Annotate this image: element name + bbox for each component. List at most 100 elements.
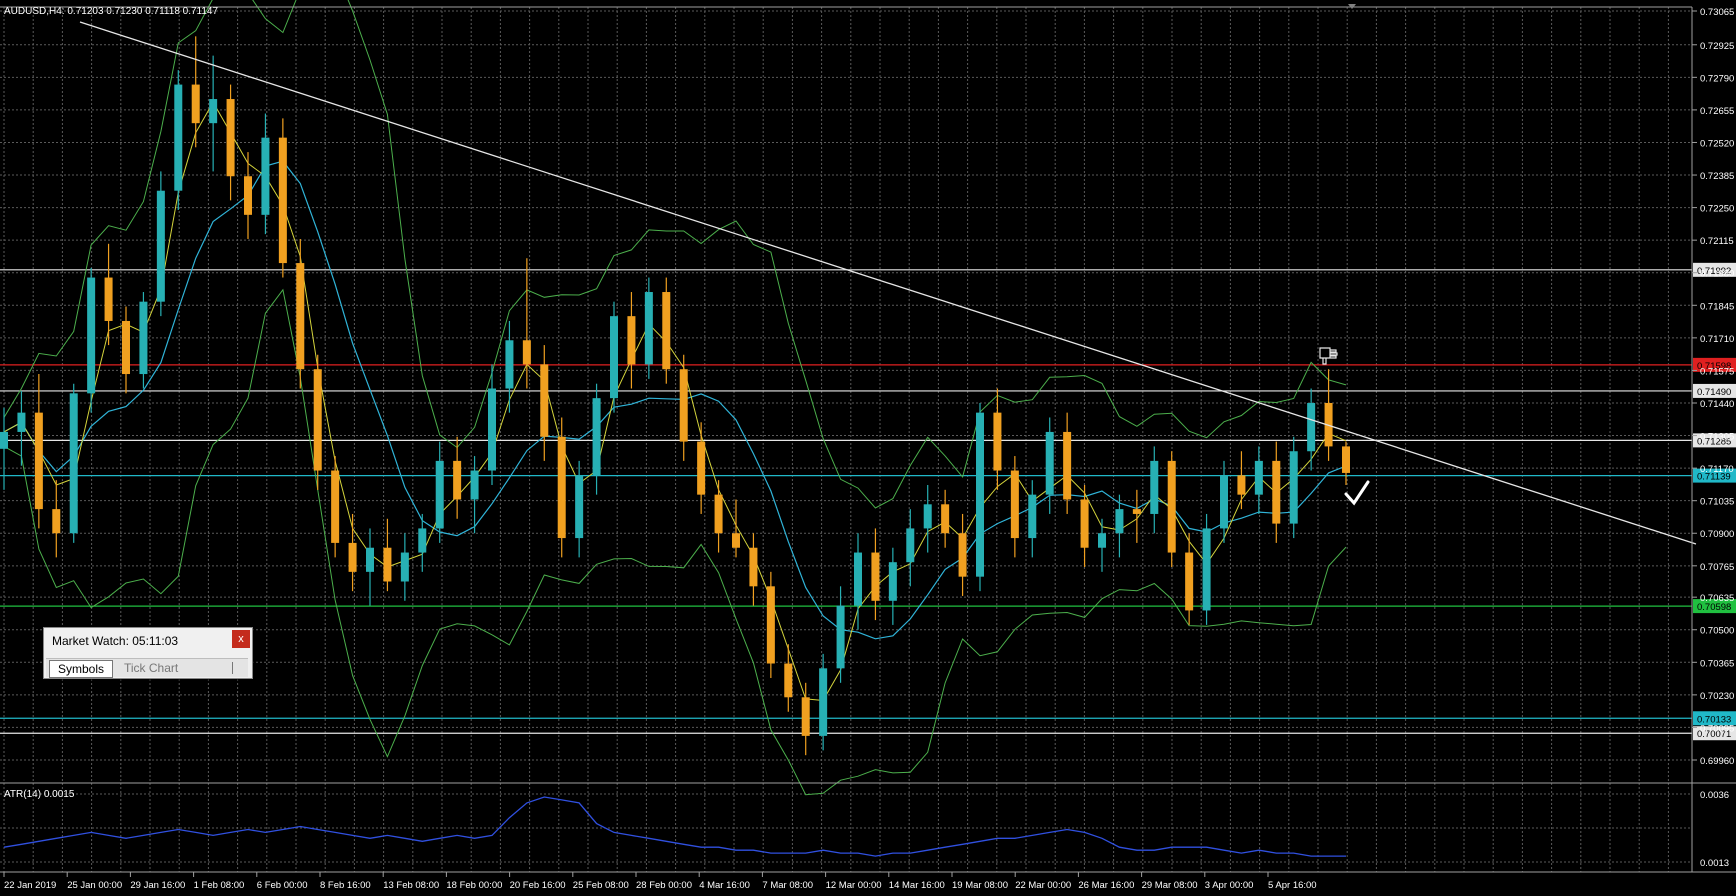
candle-body — [540, 364, 549, 437]
price-tick-label: 0.71845 — [1700, 301, 1734, 312]
price-tick-label: 0.70900 — [1700, 529, 1734, 540]
tab-tick-chart[interactable]: Tick Chart — [116, 660, 186, 676]
candle-body — [52, 509, 61, 534]
close-icon[interactable]: x — [232, 630, 250, 648]
price-tick-label: 0.71305 — [1700, 432, 1734, 443]
candle-body — [976, 412, 984, 577]
price-tick-label: 0.71035 — [1700, 497, 1734, 508]
candle-body — [122, 320, 130, 375]
candle-body — [854, 552, 862, 606]
candle-body — [836, 605, 845, 669]
candle-body — [592, 398, 601, 476]
time-tick-label: 22 Mar 00:00 — [1015, 880, 1071, 891]
time-tick-label: 28 Feb 00:00 — [636, 880, 692, 891]
candle-body — [505, 340, 514, 389]
candle-body — [1220, 475, 1228, 529]
candle-body — [1185, 552, 1194, 611]
price-tick-label: 0.71170 — [1700, 464, 1734, 475]
tab-symbols[interactable]: Symbols — [49, 660, 114, 678]
candle-body — [1010, 470, 1019, 539]
tab-separator — [232, 662, 233, 674]
candle-body — [331, 470, 340, 543]
time-tick-label: 26 Mar 16:00 — [1078, 880, 1134, 891]
candle-body — [801, 697, 810, 736]
candle-body — [296, 263, 305, 370]
candle-body — [941, 504, 950, 534]
price-tick-label: 0.71980 — [1700, 269, 1734, 280]
candle-body — [766, 586, 775, 664]
price-tick-label: 0.72790 — [1700, 73, 1734, 84]
time-tick-label: 12 Mar 00:00 — [826, 880, 882, 891]
candle-body — [749, 547, 758, 587]
candle-body — [104, 277, 113, 321]
chart-background — [0, 0, 1736, 896]
candle-body — [627, 316, 636, 365]
price-tick-label: 0.71575 — [1700, 366, 1734, 377]
candle-body — [1272, 460, 1281, 524]
candle-body — [0, 431, 8, 449]
time-tick-label: 29 Jan 16:00 — [130, 880, 185, 891]
candle-body — [522, 340, 531, 365]
atr-tick-label: 0.0013 — [1700, 858, 1729, 869]
candle-body — [313, 369, 322, 471]
chart-canvas[interactable]: 0.715980.719920.714900.712850.711390.705… — [0, 0, 1736, 896]
symbol-label: AUDUSD,H4: 0.71203 0.71230 0.71118 0.711… — [4, 6, 218, 17]
time-tick-label: 25 Feb 08:00 — [573, 880, 629, 891]
candle-body — [1132, 509, 1141, 514]
market-watch-window[interactable]: Market Watch: 05:11:03 x Symbols Tick Ch… — [43, 627, 253, 679]
candle-body — [453, 460, 462, 500]
candle-body — [1080, 499, 1089, 548]
price-tick-label: 0.70635 — [1700, 593, 1734, 604]
candle-body — [69, 393, 78, 534]
candle-body — [819, 668, 828, 736]
candle-body — [348, 542, 357, 572]
time-tick-label: 8 Feb 16:00 — [320, 880, 371, 891]
level-price-tag-label: 0.71490 — [1697, 387, 1731, 398]
price-tick-label: 0.72520 — [1700, 138, 1734, 149]
market-watch-title: Market Watch: 05:11:03 — [52, 634, 179, 648]
atr-tick-label: 0.0036 — [1700, 790, 1729, 801]
time-tick-label: 20 Feb 16:00 — [510, 880, 566, 891]
candle-body — [923, 504, 932, 529]
price-tick-label: 0.70500 — [1700, 626, 1734, 637]
time-tick-label: 18 Feb 00:00 — [446, 880, 502, 891]
candle-body — [732, 533, 740, 548]
price-tick-label: 0.72115 — [1700, 236, 1734, 247]
candle-body — [488, 388, 496, 471]
candle-body — [156, 190, 165, 302]
candle-body — [17, 412, 26, 432]
candle-body — [888, 562, 897, 601]
candle-body — [662, 292, 671, 370]
price-tick-label: 0.70095 — [1700, 723, 1734, 734]
candle-body — [993, 412, 1002, 471]
time-tick-label: 25 Jan 00:00 — [67, 880, 122, 891]
candle-body — [1307, 402, 1316, 452]
candle-body — [1115, 509, 1124, 534]
candle-body — [366, 547, 374, 572]
candle-body — [1254, 460, 1263, 495]
candle-body — [34, 412, 43, 510]
candle-body — [610, 316, 618, 399]
candle-body — [958, 533, 967, 577]
candle-body — [174, 84, 183, 191]
candle-body — [1289, 451, 1298, 524]
time-tick-label: 19 Mar 08:00 — [952, 880, 1008, 891]
candle-body — [470, 470, 479, 500]
candle-body — [139, 301, 148, 375]
price-tick-label: 0.69960 — [1700, 756, 1734, 767]
candle-body — [209, 99, 218, 124]
candle-body — [1237, 475, 1246, 495]
time-tick-label: 4 Mar 16:00 — [699, 880, 750, 891]
candle-body — [1202, 528, 1211, 611]
price-tick-label: 0.71440 — [1700, 399, 1734, 410]
candle-body — [1045, 431, 1054, 495]
candle-body — [278, 137, 287, 264]
time-tick-label: 22 Jan 2019 — [4, 880, 56, 891]
candle-body — [697, 441, 706, 495]
candle-body — [1150, 460, 1159, 514]
price-tick-label: 0.72925 — [1700, 41, 1734, 52]
candle-body — [871, 552, 880, 601]
candle-body — [244, 176, 252, 215]
atr-label: ATR(14) 0.0015 — [4, 789, 75, 800]
time-tick-label: 5 Apr 16:00 — [1268, 880, 1317, 891]
